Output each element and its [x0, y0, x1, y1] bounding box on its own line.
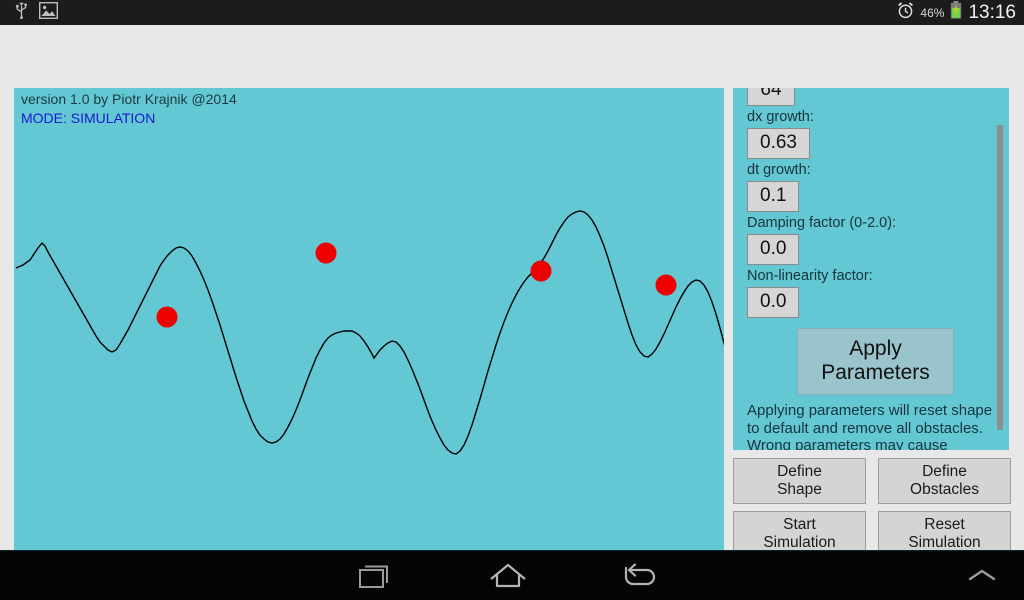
android-navigation-bar — [0, 550, 1024, 600]
define-shape-line2: Shape — [777, 481, 822, 498]
define-obstacles-button[interactable]: Define Obstacles — [878, 458, 1011, 504]
wave-line — [15, 210, 724, 455]
non-linearity-factor-field[interactable]: 0.0 — [747, 287, 800, 318]
mode-label: MODE: SIMULATION — [21, 110, 156, 126]
parameter-warning-text: Applying parameters will reset shape to … — [747, 402, 993, 450]
battery-percent-label: 46% — [920, 5, 945, 20]
damping-factor-field[interactable]: 0.0 — [747, 234, 800, 265]
define-obstacles-line1: Define — [922, 463, 967, 480]
apply-parameters-button[interactable]: Apply Parameters — [797, 328, 954, 395]
alarm-clock-icon — [897, 1, 914, 24]
non-linearity-factor-label: Non-linearity factor: — [747, 268, 873, 284]
parameter-panel[interactable]: 64 dx growth: 0.63 dt growth: 0.1 Dampin… — [733, 88, 1009, 450]
device-screen: 46% 13:16 version 1.0 by Piotr Krajnik @… — [0, 0, 1024, 600]
reset-simulation-line1: Reset — [924, 516, 965, 533]
obstacle-dot[interactable] — [655, 274, 677, 296]
usb-icon — [14, 2, 29, 24]
define-obstacles-line2: Obstacles — [910, 481, 979, 498]
start-simulation-line1: Start — [783, 516, 816, 533]
recents-icon[interactable] — [330, 551, 422, 600]
battery-charging-icon — [950, 1, 962, 24]
define-shape-line1: Define — [777, 463, 822, 480]
obstacle-dot[interactable] — [530, 260, 552, 282]
panel-scrollbar-thumb[interactable] — [997, 125, 1003, 430]
screenshot-image-icon — [38, 1, 59, 24]
define-shape-button[interactable]: Define Shape — [733, 458, 866, 504]
dx-growth-field[interactable]: 0.63 — [747, 128, 810, 159]
obstacle-dot[interactable] — [315, 242, 337, 264]
application-content: version 1.0 by Piotr Krajnik @2014 MODE:… — [0, 25, 1024, 560]
chevron-up-icon[interactable] — [952, 551, 1012, 600]
status-bar: 46% 13:16 — [0, 0, 1024, 25]
simulation-canvas[interactable]: version 1.0 by Piotr Krajnik @2014 MODE:… — [14, 88, 724, 560]
status-bar-clock: 13:16 — [968, 2, 1016, 23]
dt-growth-field[interactable]: 0.1 — [747, 181, 800, 212]
obstacle-dot[interactable] — [156, 306, 178, 328]
action-button-grid: Define Shape Define Obstacles Start Simu… — [733, 458, 1011, 558]
dx-growth-label: dx growth: — [747, 109, 814, 125]
wave-plot — [15, 210, 724, 455]
home-icon[interactable] — [462, 551, 554, 600]
obstacle-dots — [156, 242, 677, 328]
dt-growth-label: dt growth: — [747, 162, 811, 178]
back-icon[interactable] — [592, 551, 684, 600]
version-label: version 1.0 by Piotr Krajnik @2014 — [21, 91, 237, 107]
status-bar-right-icons: 46% 13:16 — [897, 1, 1016, 24]
grid-size-field[interactable]: 64 — [747, 88, 795, 106]
parameter-panel-scroll-content: 64 dx growth: 0.63 dt growth: 0.1 Dampin… — [733, 88, 995, 450]
damping-factor-label: Damping factor (0-2.0): — [747, 215, 897, 231]
status-bar-left-icons — [14, 1, 59, 24]
